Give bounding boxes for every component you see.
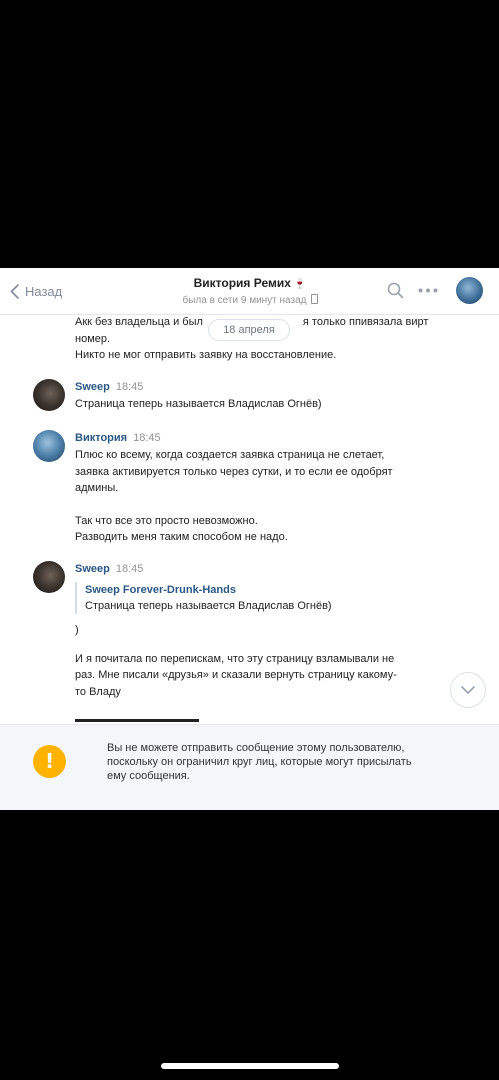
status-text: была в сети 9 минут назад: [182, 295, 307, 306]
message-meta: Sweep 18:45: [75, 563, 143, 575]
chat-title-block[interactable]: Виктория Ремих 🍷 была в сети 9 минут наза…: [120, 276, 380, 306]
message-text: Плюс ко всему, когда создается заявка ст…: [75, 449, 393, 543]
message-meta: Sweep 18:45: [75, 381, 143, 393]
forwarded-text: Страница теперь называется Владислав Огн…: [85, 600, 332, 612]
wine-glass-icon: 🍷: [293, 279, 307, 290]
online-status: была в сети 9 минут назад: [120, 294, 380, 306]
chat-title: Виктория Ремих 🍷: [120, 276, 380, 290]
avatar[interactable]: [33, 430, 65, 462]
author-name[interactable]: Виктория: [75, 432, 127, 444]
more-icon[interactable]: [418, 288, 438, 293]
contact-name: Виктория Ремих: [193, 276, 291, 290]
chevron-down-icon: [461, 686, 475, 694]
author-name[interactable]: Sweep: [75, 381, 110, 393]
back-label: Назад: [25, 283, 63, 299]
avatar[interactable]: [33, 379, 65, 411]
home-indicator[interactable]: [161, 1063, 339, 1069]
message-meta: Виктория 18:45: [75, 432, 161, 444]
scroll-down-button[interactable]: [450, 672, 486, 708]
contact-avatar[interactable]: [456, 277, 483, 304]
avatar[interactable]: [33, 561, 65, 593]
scroll-indicator: [75, 719, 199, 722]
date-divider: 18 апреля: [208, 319, 290, 341]
chevron-left-icon: [10, 283, 19, 299]
search-icon[interactable]: [387, 282, 404, 299]
phone-icon: [310, 294, 318, 304]
back-button[interactable]: Назад: [10, 280, 62, 302]
message-text: ) И я почитала по перепискам, что эту ст…: [75, 624, 397, 698]
warning-icon: !: [33, 745, 66, 778]
message-text: Страница теперь называется Владислав Огн…: [75, 398, 322, 410]
chat-screen: Назад Виктория Ремих 🍷 была в сети 9 мину…: [0, 268, 499, 810]
message-time: 18:45: [115, 381, 144, 393]
forwarded-author[interactable]: Sweep Forever-Drunk-Hands: [85, 582, 332, 598]
chat-header: Назад Виктория Ремих 🍷 была в сети 9 мину…: [0, 268, 499, 315]
write-restricted-notice: ! Вы не можете отправить сообщение этому…: [0, 724, 499, 810]
message-time: 18:45: [115, 563, 144, 575]
forwarded-message[interactable]: Sweep Forever-Drunk-Hands Страница тепер…: [75, 582, 332, 614]
author-name[interactable]: Sweep: [75, 563, 110, 575]
message-time: 18:45: [133, 432, 161, 444]
warning-text: Вы не можете отправить сообщение этому п…: [107, 742, 412, 782]
